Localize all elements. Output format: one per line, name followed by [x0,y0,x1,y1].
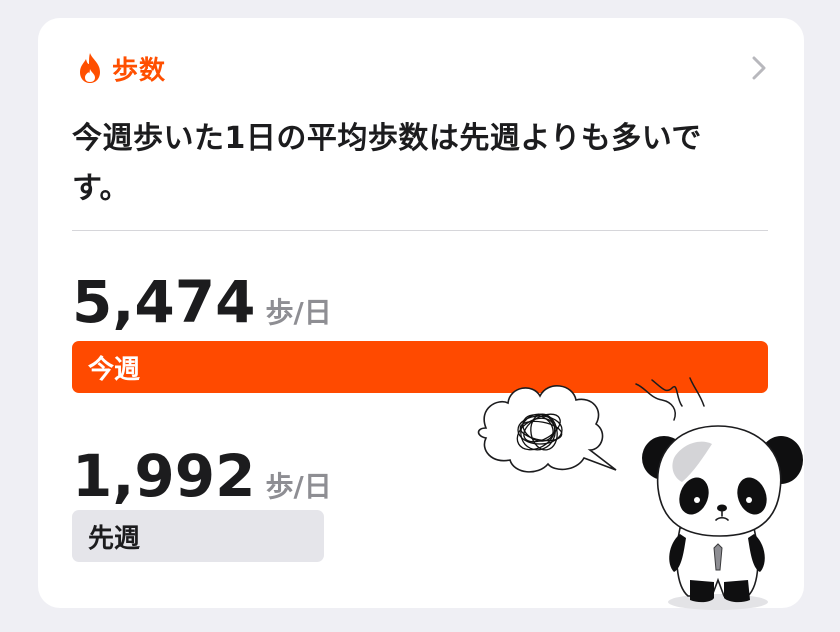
last-week-unit: 歩/日 [265,470,332,503]
this-week-label: 今週 [88,354,141,385]
last-week-label: 先週 [88,523,141,554]
last-week-value: 1,992 [72,442,256,510]
this-week-unit: 歩/日 [265,296,332,329]
card-header: 歩数 [78,50,166,86]
this-week-metric: 5,474 歩/日 [72,268,332,336]
card-title: 歩数 [112,55,167,86]
summary-headline: 今週歩いた1日の平均歩数は先週よりも多いです。 [72,121,702,206]
chevron-right-icon[interactable] [750,54,768,82]
this-week-value: 5,474 [72,268,256,336]
divider [72,230,768,231]
flame-icon [80,53,100,83]
last-week-bar: 先週 [72,510,324,562]
panda-sticker [477,377,803,610]
steps-card[interactable]: 歩数 今週歩いた1日の平均歩数は先週よりも多いです。 5,474 歩/日 今週 … [38,18,804,610]
last-week-metric: 1,992 歩/日 [72,442,332,510]
